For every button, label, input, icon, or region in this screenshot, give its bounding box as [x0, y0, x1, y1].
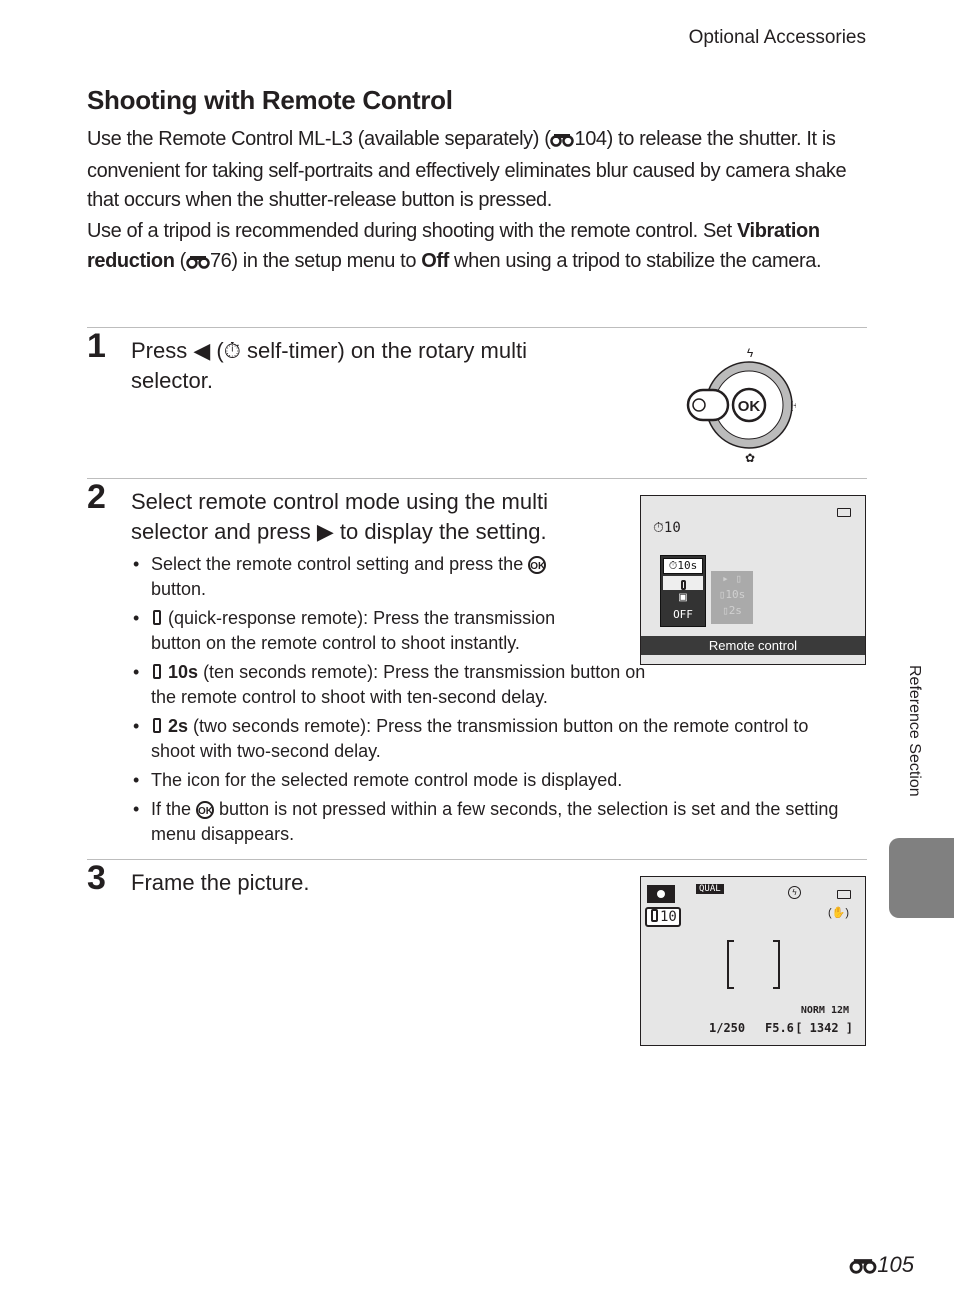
text: ) in the setup menu to	[231, 249, 422, 272]
timer-indicator: ⏱10	[653, 520, 681, 536]
text: 10	[660, 909, 677, 925]
self-timer-icon: ⏱	[223, 338, 241, 363]
list-item: If the OK button is not pressed within a…	[131, 797, 851, 847]
submenu-item-remote[interactable]: ▸ ▯	[711, 571, 753, 587]
shutter-speed: 1/250	[709, 1021, 746, 1035]
page-number: 105	[849, 1252, 914, 1280]
flash-auto-icon: ϟ	[788, 886, 801, 899]
menu-item-off[interactable]: OFF	[663, 608, 703, 622]
list-item: (quick-response remote): Press the trans…	[131, 606, 581, 656]
image-mode: NORM 12M	[801, 1005, 849, 1016]
divider	[87, 327, 867, 328]
list-item: The icon for the selected remote control…	[131, 768, 851, 793]
text: when using a tripod to stabilize the cam…	[448, 249, 822, 272]
remote-mode-indicator: 10	[645, 907, 681, 927]
text: to display the setting.	[333, 519, 547, 544]
remote-icon	[153, 664, 161, 679]
list-item: 10s (ten seconds remote): Press the tran…	[131, 660, 671, 710]
quality-badge: QUAL	[696, 884, 724, 894]
section-thumb-tab	[889, 838, 954, 918]
text: button.	[151, 579, 207, 599]
list-item: Select the remote control setting and pr…	[131, 552, 581, 602]
reference-icon	[186, 249, 210, 279]
battery-icon	[837, 508, 851, 517]
text: Use the Remote Control ML-L3 (available …	[87, 128, 551, 150]
intro-paragraph-2: Use of a tripod is recommended during sh…	[87, 217, 862, 278]
left-arrow-icon: ◀	[193, 338, 211, 363]
page-ref[interactable]: 76	[210, 250, 232, 272]
step-1-number: 1	[87, 327, 106, 365]
step-2-number: 2	[87, 478, 106, 516]
battery-icon	[837, 890, 851, 899]
remote-mode-menu: ⏱10s ▣ OFF	[660, 555, 706, 627]
focus-bracket-left	[727, 940, 734, 989]
bold-term: 2s	[168, 716, 189, 736]
text: Use of a tripod is recommended during sh…	[87, 220, 737, 242]
section-side-label: Reference Section	[906, 665, 923, 797]
page-title: Shooting with Remote Control	[87, 85, 453, 115]
text: (ten seconds remote): Press the transmis…	[151, 662, 646, 707]
reference-section-icon	[849, 1254, 877, 1280]
intro-paragraph-1: Use the Remote Control ML-L3 (available …	[87, 125, 862, 216]
remote-submenu: ▸ ▯ ▯10s ▯2s	[711, 571, 753, 624]
vibration-reduction-icon: (✋)	[827, 907, 849, 919]
remote-control-menu-screen: ⏱10 ⏱10s ▣ OFF ▸ ▯ ▯10s ▯2s Remote contr…	[640, 495, 866, 665]
menu-item-remote-selected[interactable]	[663, 576, 703, 590]
aperture: F5.6	[765, 1021, 794, 1035]
remote-icon	[651, 909, 658, 922]
step-3-text: Frame the picture.	[131, 870, 310, 895]
camera-mode-icon	[647, 885, 675, 903]
text: (	[210, 338, 224, 363]
frames-remaining: [ 1342 ]	[795, 1021, 853, 1035]
text: The icon for the selected remote control…	[151, 770, 623, 790]
text: NORM	[800, 1005, 825, 1016]
divider	[87, 478, 867, 479]
text: 105	[877, 1252, 914, 1277]
shooting-screen: QUAL ϟ (✋) 10 NORM 12M 1/250 F5.6 [ 1342…	[640, 876, 866, 1046]
text: (	[174, 249, 187, 272]
ok-label: OK	[738, 398, 761, 415]
ok-button-icon: OK	[528, 556, 547, 574]
bold-term: Off	[421, 249, 449, 272]
remote-icon	[680, 580, 686, 590]
remote-icon	[153, 610, 161, 625]
menu-item-self-timer[interactable]: ⏱10s	[663, 558, 703, 574]
screen-caption: Remote control	[641, 636, 865, 655]
right-arrow-icon: ▶	[316, 519, 334, 544]
page-ref[interactable]: 104	[574, 128, 607, 150]
divider	[87, 859, 867, 860]
bold-term: 10s	[168, 662, 199, 682]
text: 10	[663, 520, 681, 536]
text: Press	[131, 338, 194, 363]
focus-bracket-right	[773, 940, 780, 989]
step-1-text: Press ◀ (⏱ self-timer) on the rotary mul…	[131, 336, 591, 396]
running-header: Optional Accessories	[688, 27, 866, 48]
reference-icon	[550, 127, 575, 157]
svg-text:[+]: [+]	[790, 401, 796, 412]
text: 2s	[728, 604, 742, 617]
menu-item-smile-timer[interactable]: ▣	[663, 592, 703, 606]
text: Select the remote control setting and pr…	[151, 554, 529, 574]
submenu-item-2s[interactable]: ▯2s	[711, 603, 753, 619]
rotary-multi-selector-diagram: ϟ OK [+] ✿ [+]	[686, 345, 817, 465]
text: (quick-response remote): Press the trans…	[151, 608, 556, 653]
text: If the	[151, 799, 197, 819]
step-3-number: 3	[87, 859, 106, 897]
text: 12M	[830, 1005, 849, 1016]
text: 10s	[677, 559, 698, 572]
step-2-text: Select remote control mode using the mul…	[131, 487, 606, 547]
submenu-item-10s[interactable]: ▯10s	[711, 587, 753, 603]
text: (two seconds remote): Press the transmis…	[151, 716, 809, 761]
text: button is not pressed within a few secon…	[151, 799, 839, 844]
text: 10s	[725, 588, 746, 601]
list-item: 2s (two seconds remote): Press the trans…	[131, 714, 851, 764]
flash-icon: ϟ	[747, 346, 754, 360]
macro-icon: ✿	[745, 451, 755, 465]
remote-icon	[153, 718, 161, 733]
ok-button-icon: OK	[196, 801, 215, 819]
